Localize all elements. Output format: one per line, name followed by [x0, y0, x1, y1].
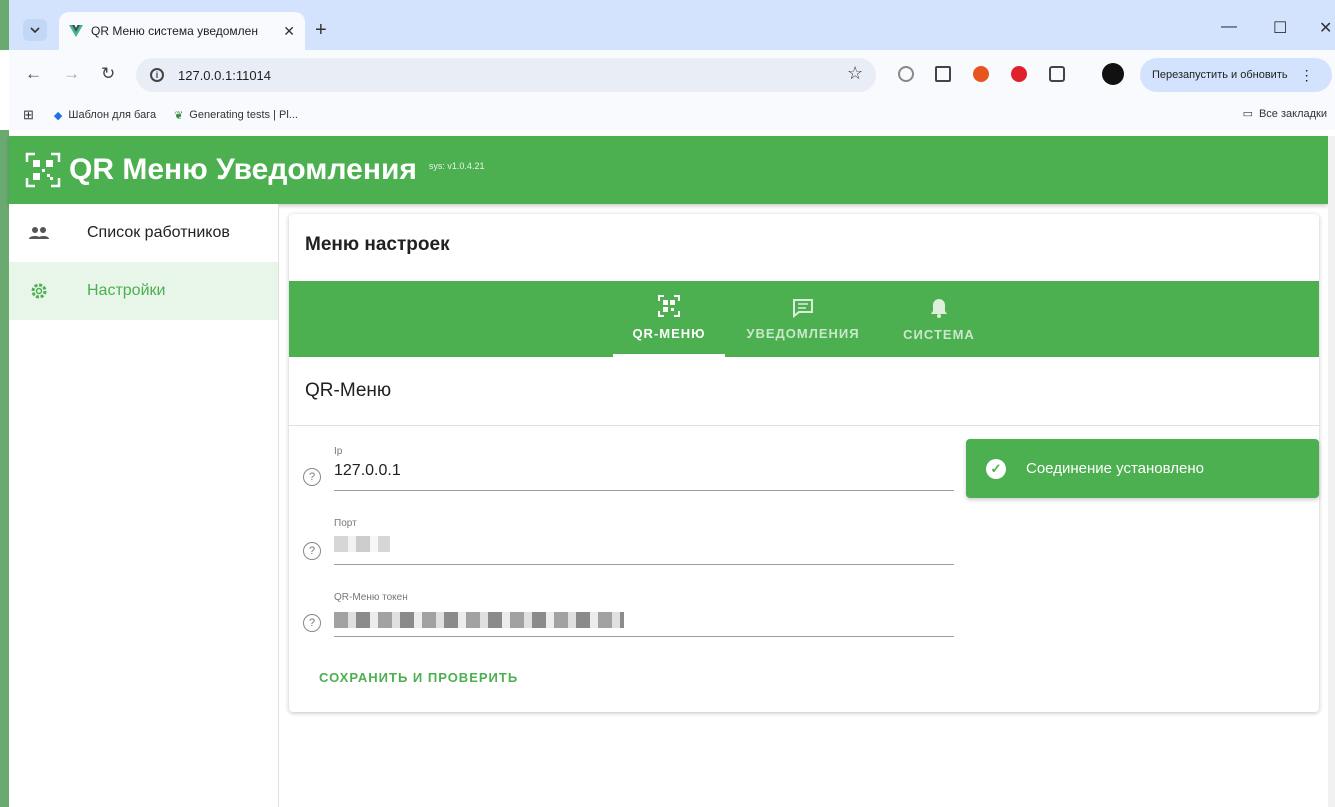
window-edge — [0, 130, 9, 807]
browser-tabbar: QR Меню система уведомлен ✕ + — ☐ ✕ — [0, 0, 1335, 50]
qr-code-icon — [25, 152, 61, 188]
field-underline — [334, 490, 954, 491]
token-field[interactable]: QR-Меню токен ? — [303, 590, 954, 642]
extensions-puzzle-icon[interactable] — [1049, 66, 1065, 82]
tab-list-button[interactable] — [23, 19, 47, 41]
browser-toolbar: ← → ↻ i 127.0.0.1:11014 ☆ Перезапустить … — [9, 50, 1335, 100]
tab-label: QR-МЕНЮ — [632, 326, 706, 341]
chevron-down-icon — [30, 27, 40, 33]
folder-icon: ▭ — [1242, 108, 1253, 120]
success-toast: ✓ Соединение установлено — [966, 439, 1319, 498]
close-tab-icon[interactable]: ✕ — [283, 23, 295, 40]
bookmark-star-icon[interactable]: ☆ — [847, 63, 863, 84]
all-bookmarks-label: Все закладки — [1258, 107, 1327, 120]
app-version: sys: v1.0.4.21 — [428, 161, 485, 171]
port-input-redacted[interactable] — [334, 536, 390, 552]
tab-title: QR Меню система уведомлен — [91, 24, 258, 38]
settings-tabs: QR-МЕНЮ УВЕДОМЛЕНИЯ СИСТЕМА — [289, 281, 1319, 357]
screenshot-icon[interactable] — [935, 66, 951, 82]
check-circle-icon: ✓ — [986, 458, 1006, 479]
help-icon[interactable]: ? — [303, 468, 321, 486]
bookmark-label: Шаблон для бага — [68, 109, 157, 121]
bookmark-label: Generating tests | Pl... — [189, 109, 298, 121]
bookmarks-bar: ⊞ ◆ Шаблон для бага ❦ Generating tests |… — [9, 100, 1335, 130]
ip-field[interactable]: Ip ? 127.0.0.1 — [303, 442, 954, 494]
bell-icon — [931, 298, 947, 318]
apps-grid-icon[interactable]: ⊞ — [23, 107, 34, 123]
sidebar-item-label: Настройки — [87, 282, 166, 299]
sidebar-item-settings[interactable]: Настройки — [9, 262, 278, 320]
token-input-redacted[interactable] — [334, 612, 624, 628]
new-tab-icon[interactable]: + — [315, 19, 327, 42]
divider — [289, 425, 1319, 426]
relaunch-label: Перезапустить и обновить — [1152, 69, 1288, 81]
address-bar[interactable]: i 127.0.0.1:11014 — [136, 58, 876, 92]
toast-message: Соединение установлено — [1026, 460, 1204, 477]
bookmark-item[interactable]: ◆ Шаблон для бага — [54, 109, 156, 122]
section-title: QR-Меню — [305, 380, 392, 401]
page-title: Меню настроек — [305, 234, 450, 255]
message-icon — [793, 298, 813, 318]
tab-system[interactable]: СИСТЕМА — [889, 281, 989, 357]
close-window-icon[interactable]: ✕ — [1319, 18, 1332, 38]
site-info-icon[interactable]: i — [150, 68, 164, 82]
save-and-check-button[interactable]: СОХРАНИТЬ И ПРОВЕРИТЬ — [319, 670, 518, 685]
help-icon[interactable]: ? — [303, 542, 321, 560]
ip-input[interactable]: 127.0.0.1 — [334, 462, 401, 480]
people-icon — [27, 226, 51, 240]
minimize-icon[interactable]: — — [1221, 18, 1237, 36]
tab-qr-menu[interactable]: QR-МЕНЮ — [613, 281, 725, 357]
forward-icon[interactable]: → — [63, 64, 80, 84]
back-icon[interactable]: ← — [25, 64, 42, 84]
tab-notifications[interactable]: УВЕДОМЛЕНИЯ — [737, 281, 869, 357]
sidebar-item-workers[interactable]: Список работников — [9, 204, 278, 262]
field-label: Ip — [334, 446, 343, 457]
port-field[interactable]: Порт ? — [303, 516, 954, 568]
relaunch-button[interactable]: Перезапустить и обновить ⋮ — [1140, 58, 1332, 92]
app-title: QR Меню Уведомления — [69, 153, 417, 186]
sidebar-item-label: Список работников — [87, 224, 230, 241]
translate-icon[interactable] — [898, 66, 914, 82]
all-bookmarks[interactable]: ▭ Все закладки — [1242, 107, 1327, 121]
sidebar: Список работников Настройки — [9, 204, 279, 807]
qr-icon — [658, 295, 680, 317]
field-underline — [334, 564, 954, 565]
tab-label: СИСТЕМА — [903, 326, 975, 342]
diamond-icon: ◆ — [53, 109, 63, 122]
extension-red-icon[interactable] — [973, 66, 989, 82]
more-menu-icon[interactable]: ⋮ — [1300, 67, 1314, 84]
maximize-icon[interactable]: ☐ — [1273, 18, 1287, 38]
help-icon[interactable]: ? — [303, 614, 321, 632]
browser-tab[interactable]: QR Меню система уведомлен ✕ — [59, 12, 305, 50]
leaf-icon: ❦ — [174, 109, 184, 122]
field-label: QR-Меню токен — [334, 592, 408, 603]
gear-icon — [27, 281, 51, 301]
scrollbar[interactable] — [1328, 136, 1335, 807]
adblock-icon[interactable] — [1011, 66, 1027, 82]
address-url[interactable]: 127.0.0.1:11014 — [178, 68, 271, 83]
tab-label: УВЕДОМЛЕНИЯ — [746, 325, 860, 341]
app-header: QR Меню Уведомления sys: v1.0.4.21 — [9, 136, 1328, 204]
reload-icon[interactable]: ↻ — [101, 64, 115, 84]
field-label: Порт — [334, 518, 357, 529]
field-underline — [334, 636, 954, 637]
bookmark-item[interactable]: ❦ Generating tests | Pl... — [174, 109, 298, 122]
profile-avatar[interactable] — [1102, 63, 1124, 85]
vue-logo-icon — [69, 25, 83, 37]
